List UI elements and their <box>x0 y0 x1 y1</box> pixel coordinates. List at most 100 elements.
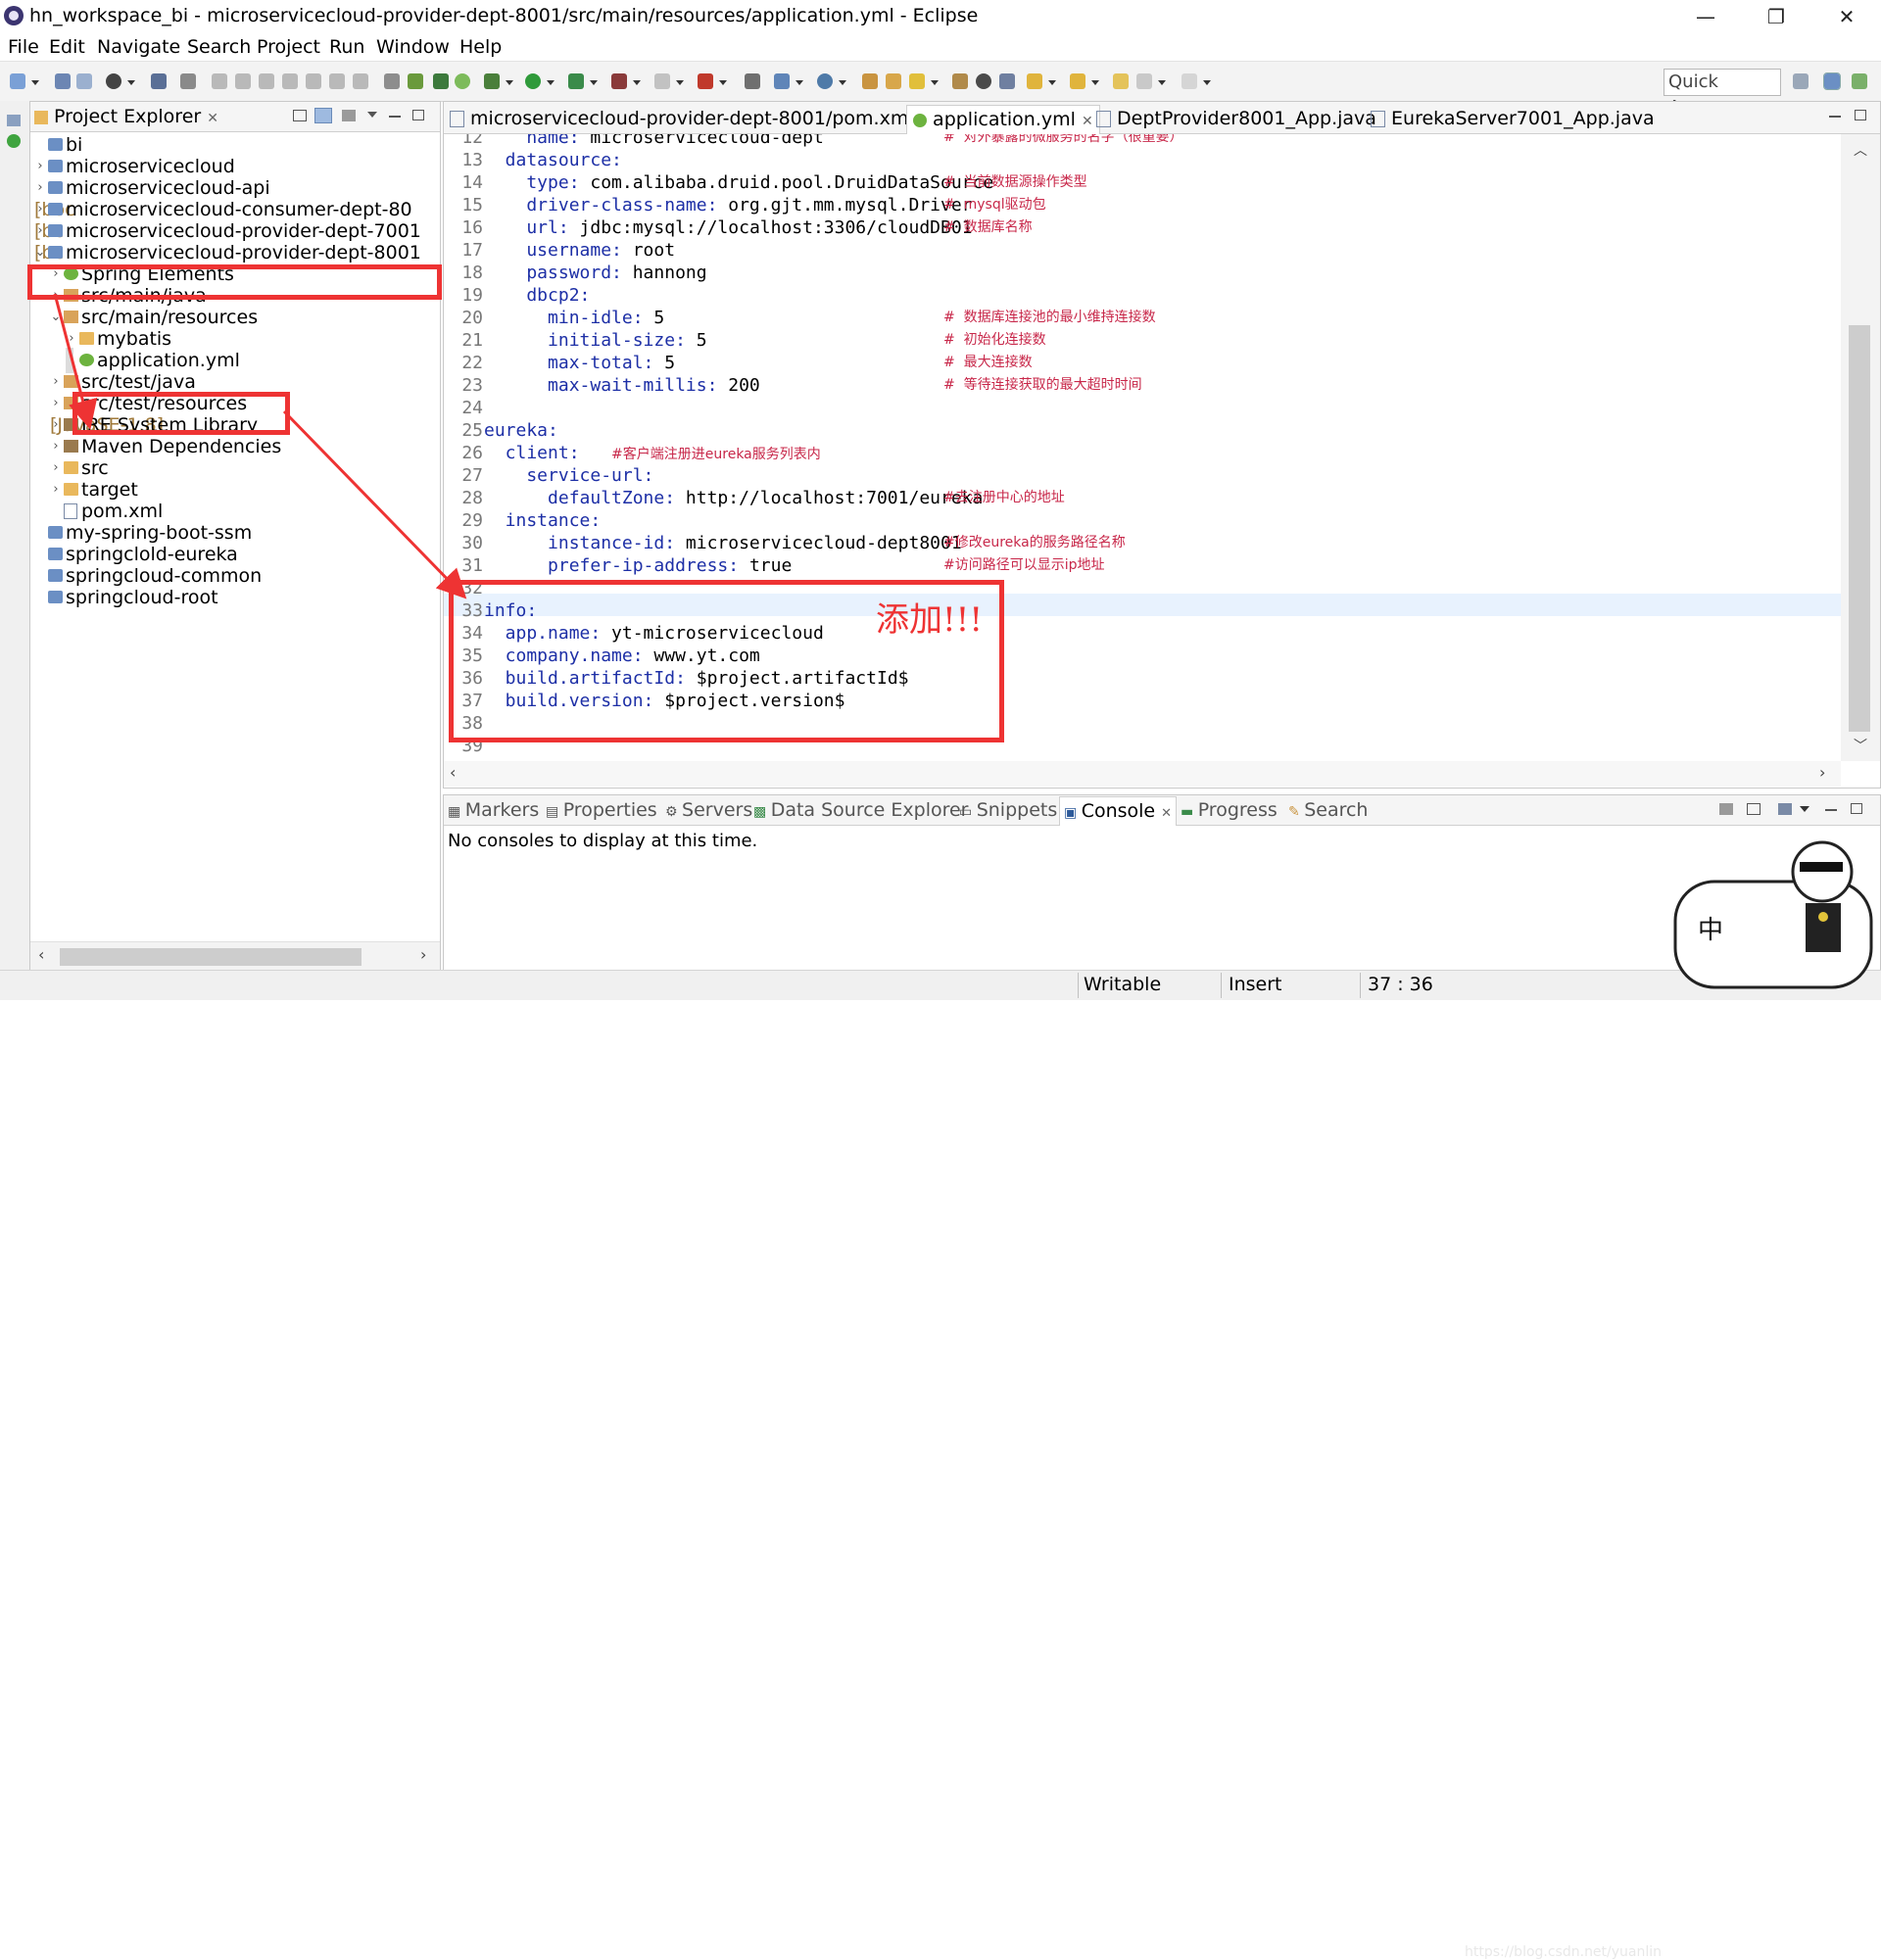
menu-edit[interactable]: Edit <box>49 36 85 58</box>
tab-properties[interactable]: ▤ Properties <box>546 799 657 821</box>
editor-tab-eurekaserver[interactable]: EurekaServer7001_App.java <box>1367 105 1659 133</box>
minimize-panel-icon[interactable] <box>1825 809 1837 811</box>
menu-search[interactable]: Search <box>187 36 251 58</box>
server-dropdown-icon[interactable] <box>719 80 727 85</box>
new-java-project-icon[interactable] <box>774 73 790 89</box>
globe-icon[interactable] <box>976 73 991 89</box>
new-class-icon[interactable] <box>817 73 833 89</box>
tree-expander-icon[interactable]: ⌄ <box>50 305 62 330</box>
terminal-icon[interactable] <box>151 73 167 89</box>
project-explorer-tab[interactable]: Project Explorer ✕ <box>34 106 218 127</box>
code-line[interactable]: 28 defaultZone: http://localhost:7001/eu… <box>444 487 1835 509</box>
tab-servers[interactable]: ⚙ Servers <box>665 799 752 821</box>
run-icon[interactable] <box>525 73 541 89</box>
back-icon[interactable] <box>1136 73 1152 89</box>
menu-help[interactable]: Help <box>459 36 502 58</box>
close-tab-icon[interactable]: ✕ <box>207 111 218 126</box>
resume-icon[interactable] <box>212 73 227 89</box>
scroll-left-icon[interactable]: ‹ <box>450 763 456 782</box>
code-line[interactable]: 16 url: jdbc:mysql://localhost:3306/clou… <box>444 216 1835 239</box>
code-line[interactable]: 24 <box>444 397 1835 419</box>
horizontal-scrollbar[interactable]: ‹ › <box>30 941 440 972</box>
forward-icon[interactable] <box>1182 73 1197 89</box>
code-line[interactable]: 20 min-idle: 5 # 数据库连接池的最小维持连接数 <box>444 307 1835 329</box>
code-line[interactable]: 21 initial-size: 5 # 初始化连接数 <box>444 329 1835 352</box>
new-class-dropdown-icon[interactable] <box>839 80 846 85</box>
maximize-view-icon[interactable] <box>412 110 424 120</box>
search-toolbar-icon[interactable] <box>909 73 925 89</box>
scroll-right-icon[interactable]: › <box>420 945 426 964</box>
menu-run[interactable]: Run <box>329 36 364 58</box>
prev-annotation-dropdown-icon[interactable] <box>1091 80 1099 85</box>
editor-tab-application-yml[interactable]: application.yml ✕ <box>906 105 1100 134</box>
view-menu-icon[interactable] <box>367 112 377 118</box>
build-icon[interactable] <box>745 73 760 89</box>
save-icon[interactable] <box>55 73 71 89</box>
debug-icon[interactable] <box>484 73 500 89</box>
open-task-icon[interactable] <box>886 73 901 89</box>
new-dropdown-icon[interactable] <box>31 80 39 85</box>
code-line[interactable]: 18 password: hannong <box>444 262 1835 284</box>
maximize-editor-icon[interactable] <box>1855 110 1866 120</box>
use-step-filters-icon[interactable] <box>408 73 423 89</box>
scrollbar-thumb[interactable] <box>1849 325 1870 732</box>
menu-window[interactable]: Window <box>376 36 450 58</box>
server-icon[interactable] <box>698 73 713 89</box>
minimized-view-icon[interactable] <box>7 115 21 126</box>
next-annotation-icon[interactable] <box>1027 73 1042 89</box>
code-line[interactable]: 30 instance-id: microservicecloud-dept80… <box>444 532 1835 554</box>
edit-icon[interactable] <box>999 73 1015 89</box>
skip-breakpoints-icon[interactable] <box>180 73 196 89</box>
console-icon[interactable] <box>106 73 121 89</box>
code-line[interactable]: 22 max-total: 5 # 最大连接数 <box>444 352 1835 374</box>
refresh-icon[interactable] <box>455 73 470 89</box>
minimize-view-icon[interactable] <box>389 116 401 118</box>
tab-console[interactable]: ▣ Console ✕ <box>1059 796 1178 826</box>
restore-button[interactable]: ❐ <box>1742 0 1810 33</box>
search-dropdown-icon[interactable] <box>931 80 939 85</box>
new-java-dropdown-icon[interactable] <box>796 80 803 85</box>
external-tools-icon[interactable] <box>611 73 627 89</box>
tab-progress[interactable]: ▬ Progress <box>1181 799 1278 821</box>
spring-view-icon[interactable] <box>7 134 21 148</box>
tab-search[interactable]: ✎ Search <box>1288 799 1368 821</box>
step-into-icon[interactable] <box>306 73 321 89</box>
step-over-icon[interactable] <box>329 73 345 89</box>
editor-horizontal-scrollbar[interactable]: ‹ › <box>444 761 1841 787</box>
maximize-panel-icon[interactable] <box>1851 803 1862 814</box>
code-line[interactable]: 26 client: #客户端注册进eureka服务列表内 <box>444 442 1835 464</box>
console-dropdown-icon[interactable] <box>127 80 135 85</box>
code-line[interactable]: 23 max-wait-millis: 200 # 等待连接获取的最大超时时间 <box>444 374 1835 397</box>
save-all-icon[interactable] <box>76 73 92 89</box>
minimize-button[interactable]: — <box>1671 0 1740 33</box>
annotation-icon[interactable] <box>952 73 968 89</box>
filters-icon[interactable] <box>342 110 356 121</box>
open-console-dropdown-icon[interactable] <box>1800 806 1809 812</box>
tree-expander-icon[interactable]: ⌄ <box>34 240 46 265</box>
close-button[interactable]: ✕ <box>1812 0 1881 33</box>
code-line[interactable]: 29 instance: <box>444 509 1835 532</box>
open-perspective-icon[interactable] <box>433 73 449 89</box>
back-dropdown-icon[interactable] <box>1158 80 1166 85</box>
new-icon[interactable] <box>10 73 25 89</box>
code-line[interactable]: 12 name: microservicecloud-dept # 对外暴露的微服… <box>444 134 1835 149</box>
menu-file[interactable]: File <box>8 36 39 58</box>
scroll-up-icon[interactable]: ︿ <box>1854 140 1867 160</box>
tree-item[interactable]: application.yml <box>66 348 240 373</box>
minimize-editor-icon[interactable] <box>1829 116 1841 118</box>
link-with-editor-icon[interactable] <box>314 108 332 123</box>
code-line[interactable]: 15 driver-class-name: org.gjt.mm.mysql.D… <box>444 194 1835 216</box>
stop-icon[interactable] <box>654 73 670 89</box>
quick-access-field[interactable]: Quick Access <box>1664 69 1781 118</box>
tab-data-source-explorer[interactable]: ▩ Data Source Explorer <box>753 799 969 821</box>
suspend-icon[interactable] <box>235 73 251 89</box>
scroll-right-icon[interactable]: › <box>1819 763 1825 782</box>
editor-tab-pom[interactable]: microservicecloud-provider-dept-8001/pom… <box>446 105 918 133</box>
external-tools-dropdown-icon[interactable] <box>633 80 641 85</box>
open-type-icon[interactable] <box>862 73 878 89</box>
code-line[interactable]: 31 prefer-ip-address: true #访问路径可以显示ip地址 <box>444 554 1835 577</box>
code-line[interactable]: 17 username: root <box>444 239 1835 262</box>
code-line[interactable]: 25 eureka: <box>444 419 1835 442</box>
coverage-dropdown-icon[interactable] <box>590 80 598 85</box>
menu-navigate[interactable]: Navigate <box>97 36 180 58</box>
